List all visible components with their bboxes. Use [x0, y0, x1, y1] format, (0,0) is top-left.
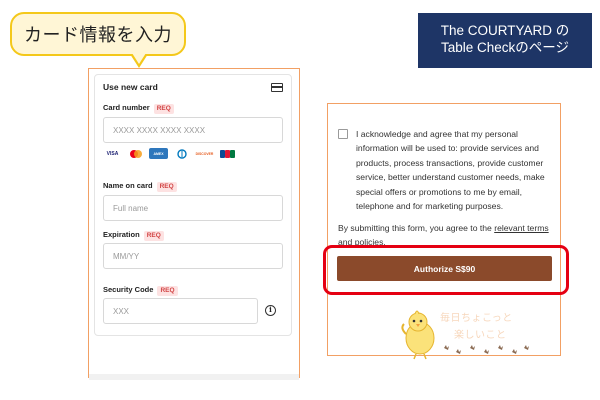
name-on-card-input[interactable]: Full name [103, 195, 283, 221]
card-brand-list: VISA AMEX DISCOVER [103, 148, 237, 159]
card-number-input[interactable]: XXXX XXXX XXXX XXXX [103, 117, 283, 143]
watermark-text: 毎日ちょこっと 楽しいこと [440, 310, 513, 344]
visa-icon: VISA [106, 150, 119, 157]
amex-icon: AMEX [149, 148, 168, 159]
callout-bubble: カード情報を入力 [10, 12, 186, 56]
panel-bottom-strip [89, 374, 299, 380]
security-code-label-text: Security Code [103, 285, 154, 294]
security-code-label: Security Code REQ [103, 285, 178, 296]
callout-text: カード情報を入力 [24, 25, 172, 45]
footprints-icon [444, 345, 529, 354]
page-label-line2: Table Checkのページ [440, 40, 570, 55]
consent-checkbox[interactable] [338, 129, 348, 139]
info-icon[interactable]: i [265, 305, 276, 316]
req-badge: REQ [157, 286, 178, 296]
card-number-label: Card number REQ [103, 103, 174, 114]
card-form-title: Use new card [103, 82, 158, 92]
callout-tail-inner [132, 53, 146, 64]
jcb-icon [218, 148, 237, 159]
expiration-placeholder: MM/YY [113, 251, 140, 261]
expiration-input[interactable]: MM/YY [103, 243, 283, 269]
page-label: The COURTYARD の Table Checkのページ [418, 13, 592, 68]
name-on-card-label: Name on card REQ [103, 181, 177, 192]
security-code-placeholder: XXX [113, 306, 130, 316]
chick-mascot-icon [401, 310, 435, 360]
expiration-label-text: Expiration [103, 230, 140, 239]
mastercard-icon [126, 148, 145, 159]
expiration-label: Expiration REQ [103, 230, 164, 241]
page-label-line1: The COURTYARD の [440, 23, 570, 38]
highlight-annotation [323, 245, 569, 295]
watermark-line1: 毎日ちょこっと [440, 313, 513, 324]
credit-card-icon [271, 83, 283, 92]
card-number-label-text: Card number [103, 103, 150, 112]
name-on-card-label-text: Name on card [103, 181, 153, 190]
card-number-placeholder: XXXX XXXX XXXX XXXX [113, 125, 206, 135]
discover-icon: DISCOVER [195, 151, 214, 156]
req-badge: REQ [143, 231, 164, 241]
diners-icon [172, 148, 191, 159]
consent-text: I acknowledge and agree that my personal… [356, 129, 545, 212]
req-badge: REQ [153, 104, 174, 114]
name-on-card-placeholder: Full name [113, 203, 149, 213]
submit-note-prefix: By submitting this form, you agree to th… [338, 223, 495, 233]
security-code-input[interactable]: XXX [103, 298, 258, 324]
req-badge: REQ [156, 182, 177, 192]
